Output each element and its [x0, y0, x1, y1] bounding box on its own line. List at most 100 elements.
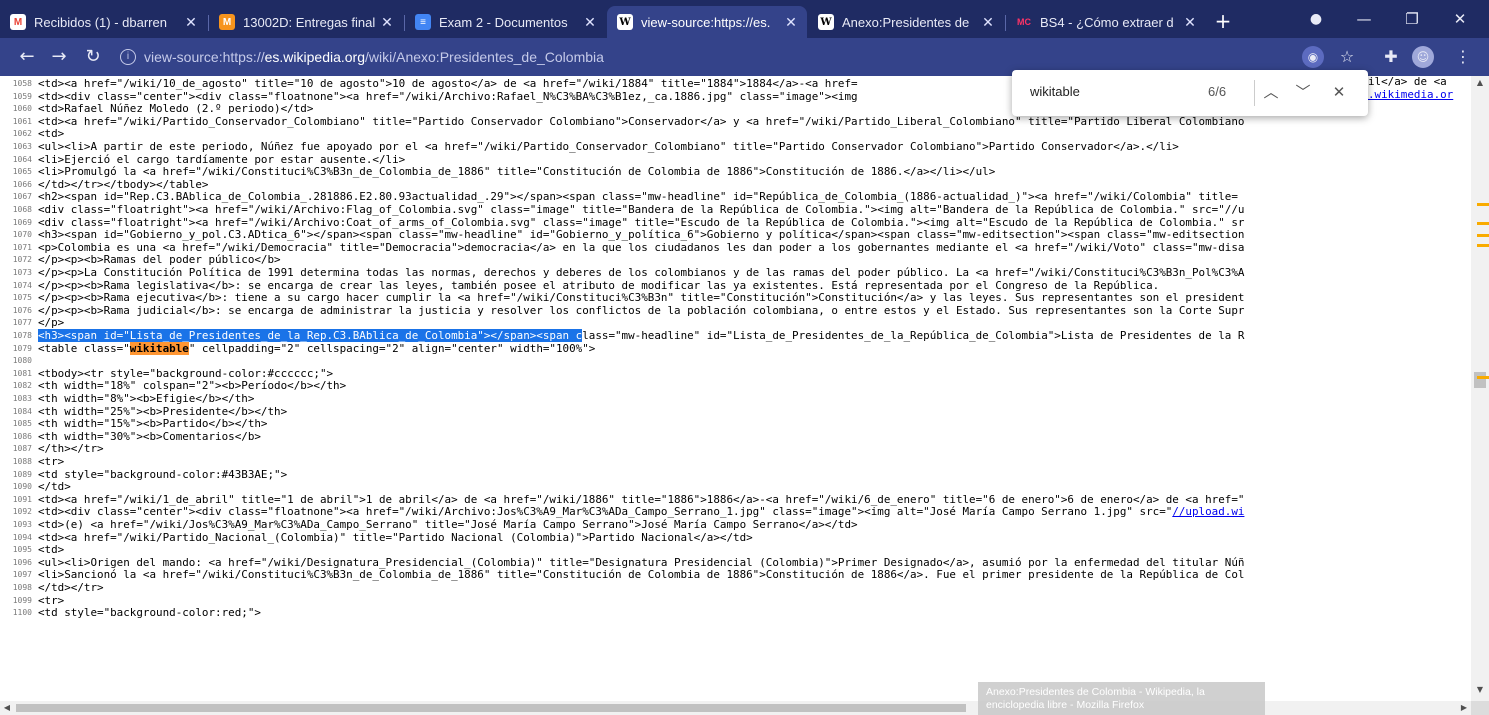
hover-tooltip: Anexo:Presidentes de Colombia - Wikipedi…: [978, 682, 1265, 715]
profile-indicator-icon[interactable]: ●: [1296, 6, 1336, 32]
line-number: 1093: [12, 520, 32, 529]
scroll-up-icon[interactable]: ▲: [1471, 76, 1489, 90]
code-text: <td>(e) <a href="/wiki/Jos%C3%A9_Mar%C3%…: [38, 518, 858, 531]
source-line: 1061 <td><a href="/wiki/Partido_Conservad…: [0, 114, 1471, 129]
line-number: 1076: [12, 305, 32, 315]
line-number: 1078: [12, 331, 32, 340]
moodle-icon: M: [219, 14, 235, 30]
back-button[interactable]: ←: [14, 45, 40, 69]
tab-gmail[interactable]: M Recibidos (1) - dbarren ✕: [0, 6, 207, 38]
line-number: 1073: [12, 268, 32, 277]
scroll-thumb[interactable]: [1474, 372, 1486, 388]
close-icon[interactable]: ✕: [580, 14, 600, 31]
find-highlight: wikitable: [129, 341, 189, 355]
code-text: lass="mw-headline" id="Lista_de_Presiden…: [582, 329, 1245, 342]
close-icon[interactable]: ✕: [1180, 14, 1200, 31]
wikipedia-icon: W: [818, 14, 834, 30]
find-input[interactable]: wikitable: [1030, 84, 1080, 99]
scroll-down-icon[interactable]: ▼: [1471, 683, 1489, 697]
find-next-button[interactable]: ﹀: [1292, 82, 1314, 104]
source-line: 1089 <td style="background-color:#43B3AE;…: [0, 468, 1471, 482]
code-text: <ul><li>Origen del mando: <a href="/wiki…: [38, 555, 1245, 569]
mc-icon: MC: [1017, 17, 1031, 27]
tab-moodle[interactable]: M 13002D: Entregas final ✕: [209, 6, 403, 38]
tab-title: view-source:https://es.: [641, 14, 771, 30]
line-number: 1097: [12, 570, 32, 580]
line-number: 1064: [12, 154, 32, 164]
source-view[interactable]: 1058 <td><a href="/wiki/10_de_agosto" tit…: [0, 76, 1471, 701]
close-icon[interactable]: ✕: [181, 14, 201, 31]
line-number: 1069: [12, 217, 32, 227]
code-text: <th width="30%"><b>Comentarios</b>: [38, 429, 261, 443]
code-text: <tr>: [38, 455, 65, 468]
code-text: <table class=": [38, 341, 130, 355]
selected-text: <h3><span id="Lista_de_Presidentes_de_la…: [38, 329, 583, 342]
source-line: 1087 </th></tr>: [0, 443, 1471, 456]
tab-strip: M Recibidos (1) - dbarren ✕ M 13002D: En…: [0, 0, 1489, 38]
find-match-marker: [1477, 244, 1489, 247]
find-bar: wikitable 6/6 ︿ ﹀ ✕: [1012, 70, 1368, 116]
vertical-scrollbar[interactable]: ▲ ▼: [1471, 76, 1489, 701]
line-number: 1074: [12, 280, 32, 290]
find-match-marker: [1477, 203, 1489, 206]
line-number: 1063: [12, 142, 32, 151]
close-icon[interactable]: ✕: [978, 14, 998, 31]
bookmark-star-icon[interactable]: ☆: [1336, 46, 1358, 68]
scroll-left-icon[interactable]: ◀: [0, 701, 14, 715]
line-number: 1087: [12, 444, 32, 454]
code-text: <th width="18%" colspan="2"><b>Período</…: [38, 379, 347, 393]
line-number: 1091: [12, 494, 32, 504]
code-text: <div class="floatright"><a href="/wiki/A…: [38, 215, 1245, 229]
code-text: </td></tr></tbody></table>: [38, 177, 209, 191]
line-number: 1079: [12, 343, 32, 353]
extensions-icon[interactable]: ✚: [1380, 46, 1402, 68]
line-number: 1096: [12, 557, 32, 567]
line-number: 1068: [12, 205, 32, 214]
close-icon[interactable]: ✕: [781, 14, 801, 31]
source-line: 1100 <td style="background-color:red;">: [0, 606, 1471, 620]
minimize-button[interactable]: —: [1344, 6, 1384, 32]
code-text: <td><a href="/wiki/1_de_abril" title="1 …: [38, 492, 1245, 506]
maximize-button[interactable]: ❐: [1392, 6, 1432, 32]
new-tab-button[interactable]: +: [1210, 8, 1236, 34]
tab-title: Exam 2 - Documentos: [439, 14, 568, 30]
line-1059-overflow: .wikimedia.or: [1368, 88, 1454, 101]
code-text: <td><a href="/wiki/Partido_Conservador_C…: [38, 114, 1245, 128]
close-icon[interactable]: ✕: [377, 14, 397, 31]
info-icon[interactable]: i: [120, 49, 136, 65]
gmail-icon: M: [10, 14, 26, 30]
reload-button[interactable]: ↻: [80, 45, 106, 69]
menu-icon[interactable]: ⋮: [1452, 46, 1474, 68]
code-text: <th width="25%"><b>Presidente</b></th>: [38, 404, 288, 418]
avatar[interactable]: ☺: [1412, 46, 1434, 68]
tab-wikipedia-anexo[interactable]: W Anexo:Presidentes de ✕: [808, 6, 1004, 38]
address-bar[interactable]: i view-source:https://es.wikipedia.org/w…: [120, 44, 1396, 70]
forward-button[interactable]: →: [46, 45, 72, 69]
reader-mode-icon[interactable]: ◉: [1302, 46, 1324, 68]
line-number: 1100: [12, 608, 32, 618]
scroll-right-icon[interactable]: ▶: [1457, 701, 1471, 715]
line-number: 1088: [12, 457, 32, 466]
code-text: <td>: [38, 127, 65, 141]
code-text: </p><p>La Constitución Política de 1991 …: [38, 266, 1245, 279]
find-close-button[interactable]: ✕: [1328, 82, 1350, 104]
scroll-thumb[interactable]: [16, 704, 966, 712]
tab-docs[interactable]: ≡ Exam 2 - Documentos ✕: [405, 6, 606, 38]
tab-view-source[interactable]: W view-source:https://es. ✕: [607, 6, 807, 38]
close-window-button[interactable]: ✕: [1440, 6, 1480, 32]
line-number: 1059: [12, 91, 32, 101]
line-number: 1084: [12, 406, 32, 416]
code-text: </p>: [38, 316, 65, 330]
line-number: 1065: [12, 167, 32, 177]
code-text: </p><p><b>Rama judicial</b>: se encarga …: [38, 303, 1245, 317]
find-previous-button[interactable]: ︿: [1260, 82, 1282, 104]
tab-bs4[interactable]: MC BS4 - ¿Cómo extraer d ✕: [1006, 6, 1206, 38]
source-link[interactable]: //upload.wi: [1172, 505, 1244, 519]
find-match-marker: [1477, 222, 1489, 225]
tab-title: Anexo:Presidentes de: [842, 14, 970, 30]
code-text: <th width="15%"><b>Partido</b></th>: [38, 417, 268, 431]
line-number: 1058: [12, 79, 32, 88]
line-number: 1083: [12, 394, 32, 403]
source-line: 1076 </p><p><b>Rama judicial</b>: se enca…: [0, 303, 1471, 318]
line-number: 1085: [12, 419, 32, 429]
